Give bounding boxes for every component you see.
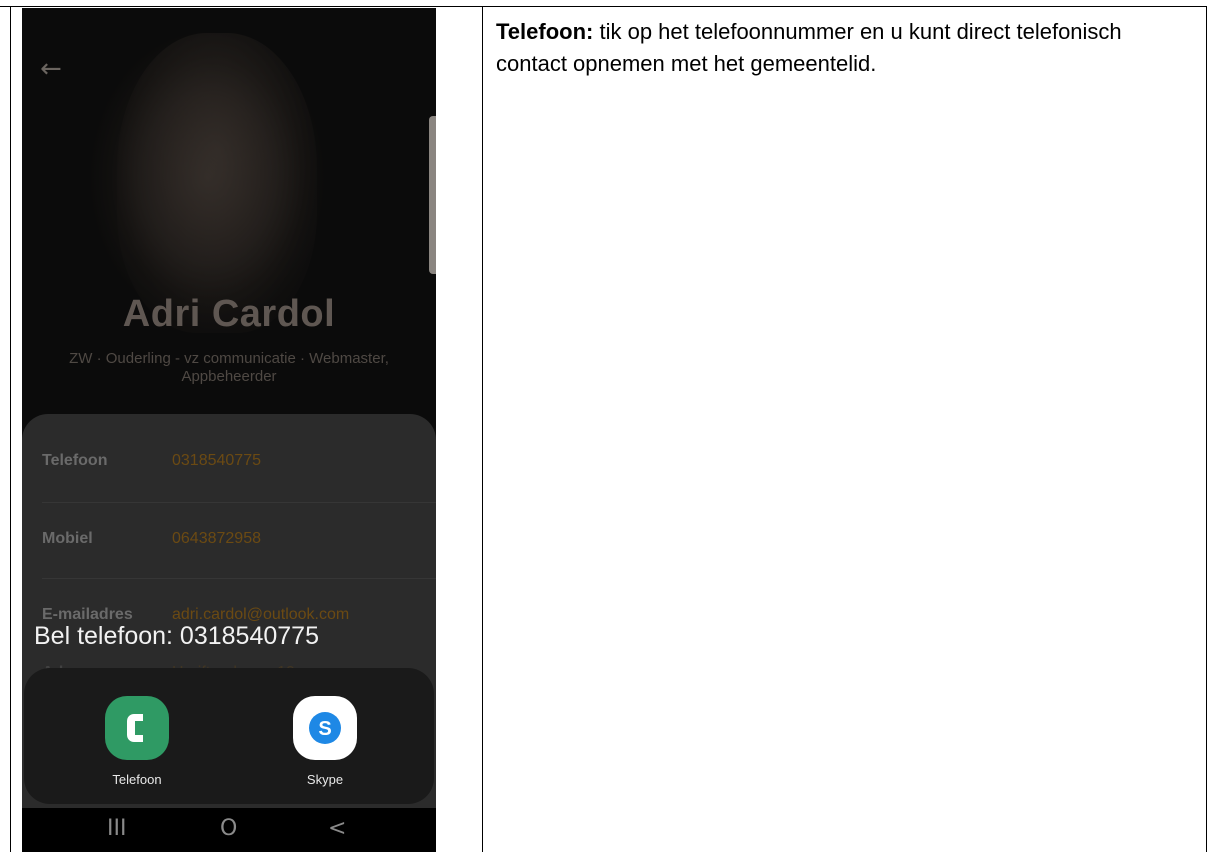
divider (42, 578, 436, 579)
recent-apps-icon[interactable]: III (107, 816, 126, 841)
table-border-top (0, 6, 1207, 7)
arrow-left-icon[interactable]: ← (40, 54, 62, 84)
detail-label: Telefoon (42, 452, 108, 469)
app-label: Telefoon (112, 772, 162, 787)
divider (42, 502, 436, 503)
table-border-middle (482, 6, 483, 852)
mobile-number-link[interactable]: 0643872958 (172, 530, 261, 548)
contact-name: Adri Cardol (122, 293, 336, 335)
table-border-right (1206, 6, 1207, 852)
phone-app-icon[interactable] (105, 696, 169, 760)
phone-screenshot: ← Adri Cardol ZW · Ouderling - vz commun… (22, 8, 436, 852)
skype-app-icon[interactable]: S (293, 696, 357, 760)
instruction-heading: Telefoon: (496, 19, 594, 44)
detail-row-mobiel[interactable]: Mobiel 0643872958 (42, 530, 422, 570)
back-icon[interactable]: < (328, 816, 346, 841)
detail-label: Mobiel (42, 530, 93, 547)
document-table: ← Adri Cardol ZW · Ouderling - vz commun… (0, 0, 1209, 852)
instruction-text: Telefoon: tik op het telefoonnummer en u… (496, 16, 1186, 80)
contact-roles: ZW · Ouderling - vz communicatie · Webma… (69, 350, 389, 385)
table-border-left (10, 6, 11, 852)
svg-text:S: S (318, 718, 331, 740)
detail-row-telefoon[interactable]: Telefoon 0318540775 (42, 452, 422, 492)
app-option-skype[interactable]: S Skype (270, 696, 380, 787)
call-prompt: Bel telefoon: 0318540775 (34, 622, 319, 650)
app-option-telefoon[interactable]: Telefoon (82, 696, 192, 787)
app-chooser-sheet: Telefoon S Skype (24, 668, 434, 804)
home-icon[interactable]: O (220, 816, 237, 841)
scroll-indicator[interactable] (429, 116, 436, 274)
android-navbar: III O < (22, 808, 436, 852)
phone-number-link[interactable]: 0318540775 (172, 452, 261, 470)
app-label: Skype (306, 772, 344, 787)
